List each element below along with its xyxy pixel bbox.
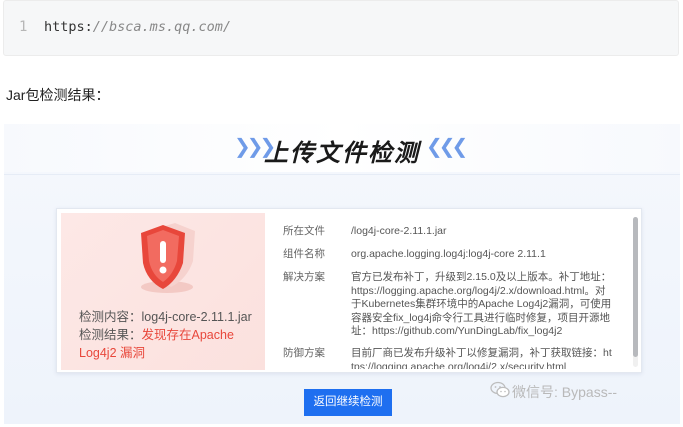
detail-value: 官方已发布补丁，升级到2.15.0及以上版本。补丁地址： https://log… — [351, 271, 619, 339]
content-label: 检测内容： — [79, 310, 142, 324]
double-chevron-left-icon: ❮❮❮ — [426, 134, 468, 158]
warning-shield-icon — [125, 219, 205, 299]
defense-line: 目前厂商已发布升级补丁以修复漏洞，补丁获取链接：ht — [351, 347, 612, 359]
details-scrollbar[interactable] — [633, 217, 638, 367]
result-card: 检测内容：log4j-core-2.11.1.jar 检测结果：发现存在Apac… — [56, 208, 642, 373]
header-divider — [4, 174, 680, 175]
solution-line: https://logging.apache.org/log4j/2.x/dow… — [351, 284, 606, 297]
detail-value: org.apache.logging.log4j:log4j-core 2.11… — [351, 248, 546, 260]
code-block: 1 https://bsca.ms.qq.com/ — [3, 0, 679, 56]
panel-header: ❯❯❯ 上传文件检测 ❮❮❮ — [4, 124, 680, 172]
url-scheme: https: — [44, 19, 93, 35]
detail-key: 组件名称 — [283, 248, 325, 260]
detail-value: 目前厂商已发布升级补丁以修复漏洞，补丁获取链接：ht tps://logging… — [351, 347, 619, 369]
result-label: 检测结果： — [79, 328, 142, 342]
panel-title: 上传文件检测 — [264, 139, 420, 167]
detail-key: 解决方案 — [283, 271, 325, 283]
content-value: log4j-core-2.11.1.jar — [141, 310, 252, 324]
detail-key: 所在文件 — [283, 225, 325, 237]
code-url[interactable]: https://bsca.ms.qq.com/ — [44, 19, 231, 35]
result-value: 发现存在Apache — [141, 328, 234, 342]
back-continue-button[interactable]: 返回继续检测 — [304, 389, 392, 416]
result-summary: 检测内容：log4j-core-2.11.1.jar 检测结果：发现存在Apac… — [61, 213, 265, 370]
url-slashes: // — [92, 19, 110, 35]
solution-line: 址：https://github.com/YunDingLab/fix_log4… — [351, 325, 563, 337]
url-path: bsca.ms.qq.com/ — [109, 19, 231, 35]
result-text: 检测内容：log4j-core-2.11.1.jar 检测结果：发现存在Apac… — [79, 308, 252, 362]
wechat-icon — [490, 381, 510, 398]
defense-line: tps://logging.apache.org/log4j/2.x/secur… — [351, 360, 567, 370]
detail-key: 防御方案 — [283, 347, 325, 359]
watermark: 微信号: Bypass-- — [512, 384, 618, 400]
scrollbar-thumb[interactable] — [633, 217, 638, 357]
section-label: Jar包检测结果： — [6, 87, 110, 103]
detail-value: /log4j-core-2.11.1.jar — [351, 225, 447, 237]
upload-check-panel: ❯❯❯ 上传文件检测 ❮❮❮ 检测内容：log4j-core-2.11.1.ja… — [4, 124, 680, 424]
line-number: 1 — [19, 19, 28, 35]
solution-line: 容器安全fix_log4j命令行工具进行临时修复，项目开源地 — [351, 311, 611, 324]
result-value-cont: Log4j2 漏洞 — [79, 346, 146, 360]
solution-line: 于Kubernetes集群环境中的Apache Log4j2漏洞，可使用 — [351, 298, 612, 310]
solution-line: 官方已发布补丁，升级到2.15.0及以上版本。补丁地址： — [351, 271, 612, 283]
result-details[interactable]: 所在文件 /log4j-core-2.11.1.jar 组件名称 org.apa… — [283, 219, 633, 369]
